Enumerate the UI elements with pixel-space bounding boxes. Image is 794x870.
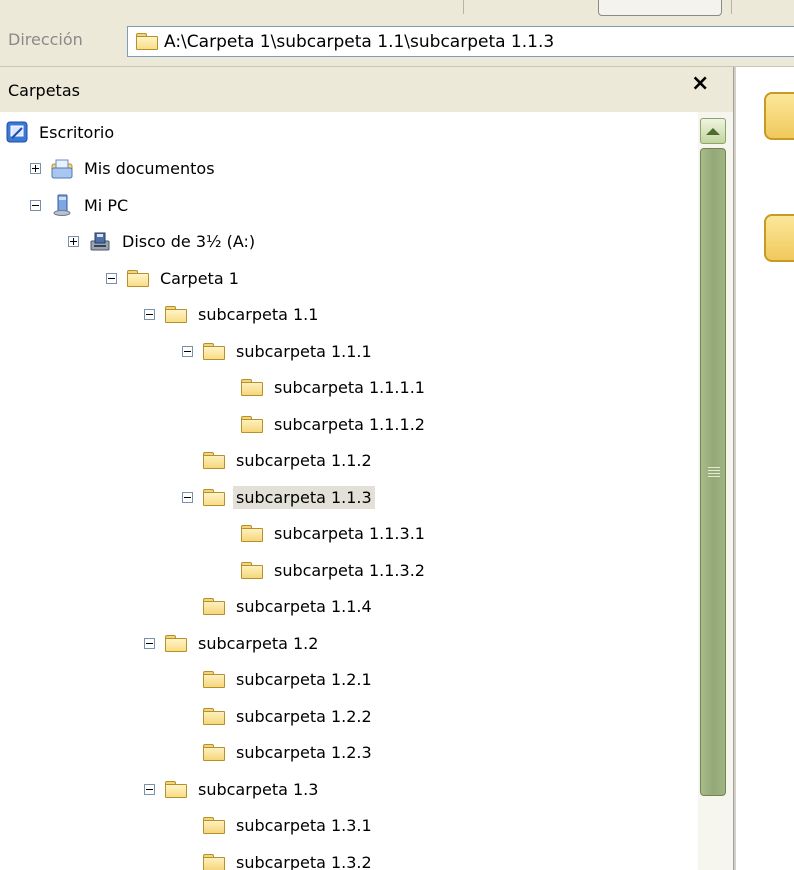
tree-item[interactable]: Mi PC (30, 187, 131, 223)
toolbar-button[interactable] (598, 0, 722, 16)
my-computer-icon (51, 194, 73, 216)
tree-item[interactable]: subcarpeta 1.2.2 (182, 698, 375, 734)
tree-item-label: Mis documentos (84, 159, 215, 178)
tree-item[interactable]: subcarpeta 1.1.1 (182, 333, 375, 369)
tree-item[interactable]: Escritorio (6, 114, 117, 150)
tree-item-label: subcarpeta 1.1.1.2 (274, 414, 425, 434)
collapse-icon[interactable] (144, 783, 155, 795)
tree-item[interactable]: subcarpeta 1.1.1.1 (220, 370, 428, 406)
folder-icon (241, 415, 263, 433)
folder-icon (203, 707, 225, 725)
folder-open-icon (203, 342, 225, 360)
toolbar-separator (731, 0, 732, 14)
tree-item[interactable]: Mis documentos (30, 151, 218, 187)
tree-item-label: subcarpeta 1.2.2 (236, 706, 372, 726)
folder-open-icon (165, 634, 187, 652)
tree-item-label: subcarpeta 1.1.4 (236, 597, 372, 616)
folder-icon (203, 598, 225, 615)
toolbar-strip (0, 0, 794, 19)
tree-item[interactable]: Carpeta 1 (106, 260, 242, 296)
tree-item[interactable]: subcarpeta 1.1.3.1 (220, 516, 428, 552)
expand-icon[interactable] (30, 163, 41, 174)
folder-icon[interactable] (764, 214, 794, 262)
folder-icon (203, 452, 225, 469)
folder-open-icon (127, 269, 149, 287)
tree-item-label: subcarpeta 1.1.3.2 (274, 560, 425, 580)
folder-open-icon (165, 306, 187, 323)
collapse-icon[interactable] (182, 345, 193, 357)
tree-item[interactable]: subcarpeta 1.1.2 (182, 443, 375, 479)
folder-contents-view (736, 67, 794, 870)
tree-item-label: Carpeta 1 (160, 268, 239, 288)
tree-item-label: Escritorio (39, 122, 115, 142)
tree-item[interactable]: subcarpeta 1.2 (144, 625, 321, 661)
folder-icon (241, 379, 263, 396)
close-icon[interactable]: × (691, 73, 709, 95)
folder-icon (203, 671, 225, 688)
folder-open-icon (203, 488, 225, 506)
collapse-icon[interactable] (106, 272, 117, 284)
folder-open-icon (165, 780, 187, 798)
tree-item-label: subcarpeta 1.3 (198, 779, 319, 799)
tree-item-label: subcarpeta 1.1.2 (236, 451, 372, 470)
address-input[interactable]: A:\Carpeta 1\subcarpeta 1.1\subcarpeta 1… (127, 26, 794, 57)
tree-item-label: subcarpeta 1.2 (198, 633, 319, 653)
collapse-icon[interactable] (144, 637, 155, 649)
floppy-drive-icon (89, 231, 111, 253)
tree-item-label: subcarpeta 1.1 (198, 305, 319, 324)
tree-item-label: subcarpeta 1.2.3 (236, 743, 372, 762)
tree-item[interactable]: subcarpeta 1.1.3 (182, 479, 375, 515)
address-bar: Dirección A:\Carpeta 1\subcarpeta 1.1\su… (0, 18, 794, 67)
scroll-thumb[interactable] (700, 148, 726, 796)
folder-icon[interactable] (764, 92, 794, 140)
address-path: A:\Carpeta 1\subcarpeta 1.1\subcarpeta 1… (164, 31, 555, 52)
tree-item[interactable]: subcarpeta 1.2.3 (182, 735, 375, 771)
folder-icon (203, 817, 225, 834)
tree-item[interactable]: subcarpeta 1.3 (144, 771, 321, 807)
tree-item[interactable]: subcarpeta 1.1.4 (182, 589, 375, 625)
tree-item[interactable]: subcarpeta 1.3.1 (182, 808, 375, 844)
scroll-up-button[interactable] (700, 118, 726, 144)
tree-item-label: subcarpeta 1.1.1 (236, 341, 372, 361)
tree-item-label: Mi PC (84, 195, 129, 215)
my-documents-icon (51, 158, 73, 180)
tree-item[interactable]: subcarpeta 1.1.3.2 (220, 552, 428, 588)
desktop-icon (6, 121, 28, 143)
folder-open-icon (136, 33, 158, 50)
toolbar-separator (463, 0, 464, 14)
tree-item-label: subcarpeta 1.3.2 (236, 852, 372, 870)
folders-pane-title: Carpetas (8, 81, 80, 100)
expand-icon[interactable] (68, 236, 79, 247)
address-label: Dirección (8, 30, 83, 49)
folder-icon (241, 561, 263, 579)
tree-item[interactable]: subcarpeta 1.1 (144, 297, 321, 333)
tree-item[interactable]: subcarpeta 1.3.2 (182, 844, 375, 870)
folder-icon (203, 853, 225, 870)
tree-item-label: subcarpeta 1.1.1.1 (274, 378, 425, 397)
tree-item-label: subcarpeta 1.2.1 (236, 670, 372, 689)
tree-item[interactable]: subcarpeta 1.1.1.2 (220, 406, 428, 442)
collapse-icon[interactable] (144, 309, 155, 320)
grip-icon (708, 467, 720, 479)
tree-item-label: subcarpeta 1.1.3.1 (274, 524, 425, 543)
collapse-icon[interactable] (30, 199, 41, 211)
vertical-scrollbar[interactable] (698, 112, 733, 870)
arrow-up-icon (706, 127, 720, 135)
collapse-icon[interactable] (182, 491, 193, 503)
folders-pane-header: Carpetas × (0, 67, 734, 113)
tree-item-label: subcarpeta 1.3.1 (236, 816, 372, 835)
folder-tree: Escritorio Mis documentos Mi PC Disco de 3½… (0, 112, 698, 870)
tree-item-label: subcarpeta 1.1.3 (233, 485, 375, 509)
tree-item[interactable]: subcarpeta 1.2.1 (182, 662, 375, 698)
tree-item[interactable]: Disco de 3½ (A:) (68, 224, 258, 260)
tree-item-label: Disco de 3½ (A:) (122, 232, 256, 251)
folder-icon (241, 525, 263, 542)
folder-icon (203, 744, 225, 761)
